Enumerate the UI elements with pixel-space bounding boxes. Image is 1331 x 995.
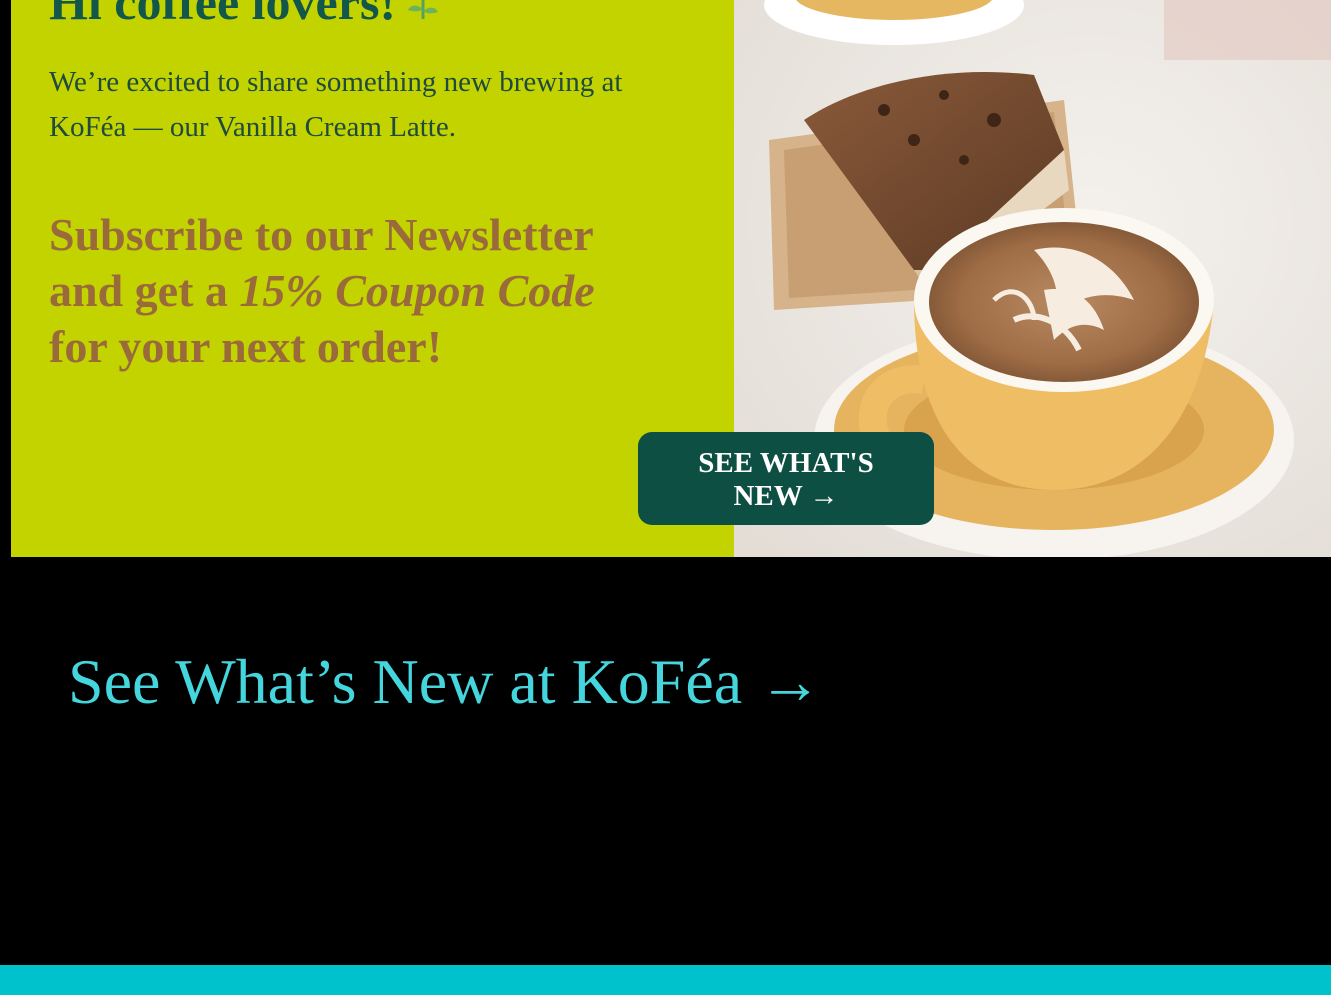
promo-banner[interactable]: Hi coffee lovers! We’re excited to share… bbox=[11, 0, 1331, 557]
button-label-line-2: NEW → bbox=[733, 479, 839, 512]
intro-paragraph: We’re excited to share something new bre… bbox=[49, 66, 623, 143]
flower-icon bbox=[400, 0, 446, 38]
promo-line-1: Subscribe to our Newsletter bbox=[49, 209, 594, 260]
button-label-line-1: SEE WHAT'S bbox=[698, 446, 874, 479]
see-whats-new-link[interactable]: See What’s New at KoFéa → bbox=[68, 642, 822, 722]
greeting-text: Hi coffee lovers! bbox=[49, 0, 397, 30]
newsletter-promo: Subscribe to our Newsletter and get a 15%… bbox=[49, 207, 709, 375]
bottom-bar bbox=[0, 965, 1331, 995]
banner-text-panel: Hi coffee lovers! We’re excited to share… bbox=[11, 0, 734, 557]
promo-line-2-prefix: and get a bbox=[49, 265, 240, 316]
email-page: Hi coffee lovers! We’re excited to share… bbox=[0, 0, 1331, 995]
coupon-emphasis: 15% Coupon Code bbox=[239, 265, 595, 316]
promo-line-3: for your next order! bbox=[49, 321, 443, 372]
greeting-heading: Hi coffee lovers! bbox=[49, 0, 446, 38]
see-whats-new-button[interactable]: SEE WHAT'S NEW → bbox=[638, 432, 934, 525]
